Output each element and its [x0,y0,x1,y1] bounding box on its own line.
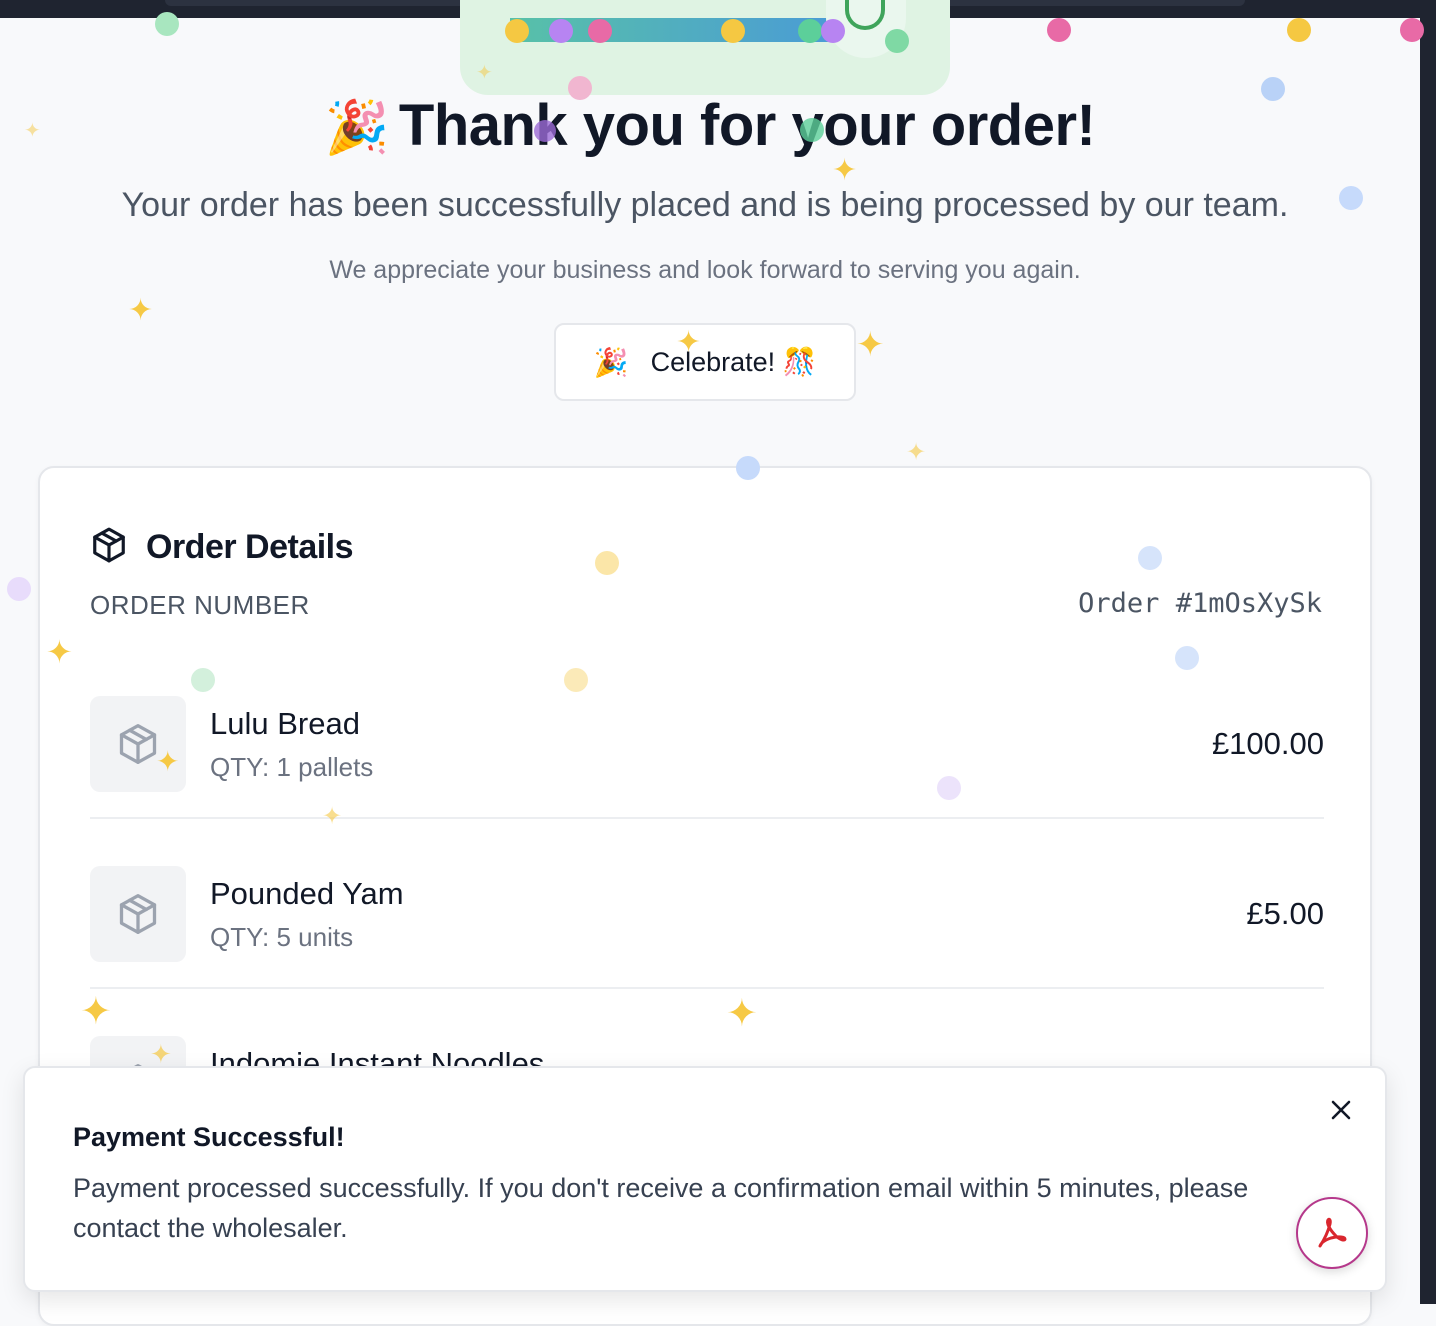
item-quantity: QTY: 5 units [210,922,354,952]
order-details-header: Order Details [90,526,354,569]
confetti-dot [595,551,619,575]
confetti-dot [564,668,588,692]
sparkle-icon: ✦ [24,118,41,142]
sparkle-icon: ✦ [676,325,702,360]
item-name: Pounded Yam [210,876,404,911]
page-title-text: Thank you for your order! [398,93,1096,158]
party-popper-icon: 🎉 [324,99,390,157]
toast-title: Payment Successful! [73,1122,345,1152]
sparkle-icon: ✦ [150,1040,172,1070]
confetti-dot [937,776,961,800]
confetti-dot [1287,18,1311,42]
sparkle-icon: ✦ [128,293,154,328]
confetti-dot [721,19,745,43]
confetti-dot [534,120,556,142]
product-thumbnail [90,866,186,962]
sparkle-icon: ✦ [476,60,493,84]
confetti-dot [1339,186,1363,210]
confetti-dot [191,668,215,692]
celebrate-button[interactable]: 🎉 Celebrate! 🎊 [554,323,856,401]
confetti-icon: 🎉 [593,346,629,378]
sparkle-icon: ✦ [156,745,180,778]
confetti-dot [505,19,529,43]
thank-you-note: We appreciate your business and look for… [329,256,1081,284]
confetti-dot [821,19,845,43]
pdf-icon [1318,1217,1347,1248]
item-divider [90,987,1324,989]
item-quantity: QTY: 1 pallets [210,752,374,782]
item-name: Lulu Bread [210,706,360,741]
confetti-dot [155,12,179,36]
sparkle-icon: ✦ [80,989,112,1033]
confetti-dot [549,19,573,43]
order-number-label: ORDER NUMBER [90,590,310,620]
confetti-dot [798,19,822,43]
confetti-dot [568,76,592,100]
order-item: Pounded Yam QTY: 5 units £5.00 [90,866,1324,1036]
order-details-title: Order Details [146,528,354,566]
confetti-dot [1400,18,1424,42]
confetti-dot [1175,646,1199,670]
confetti-dot [1138,546,1162,570]
pdf-button[interactable] [1296,1197,1368,1269]
confetti-dot [885,29,909,53]
close-icon[interactable] [1323,1092,1359,1128]
item-divider [90,817,1324,819]
confetti-dot [1047,18,1071,42]
page-subtitle: Your order has been successfully placed … [121,186,1289,224]
sparkle-icon: ✦ [906,438,927,466]
window-right-edge [1420,0,1436,1304]
order-item: Lulu Bread QTY: 1 pallets £100.00 [90,696,1324,866]
confetti-dot [588,19,612,43]
item-price: £5.00 [1246,896,1324,931]
sparkle-icon: ✦ [832,153,858,188]
page-title: 🎉 Thank you for your order! [0,92,1420,159]
sparkle-icon: ✦ [46,633,73,671]
payment-success-toast: Payment Successful! Payment processed su… [23,1066,1387,1292]
package-icon [90,526,128,569]
confetti-dot [800,118,824,142]
toast-message: Payment processed successfully. If you d… [73,1173,1249,1243]
sparkle-icon: ✦ [322,802,343,830]
sparkle-icon: ✦ [726,991,758,1035]
item-price: £100.00 [1211,726,1324,761]
package-icon [119,894,157,934]
confetti-dot [736,456,760,480]
package-icon [119,724,157,764]
order-number-value: Order #1mOsXySk [1078,588,1322,619]
sparkle-icon: ✦ [856,325,885,365]
confetti-dot [7,577,31,601]
confetti-dot [1261,77,1285,101]
